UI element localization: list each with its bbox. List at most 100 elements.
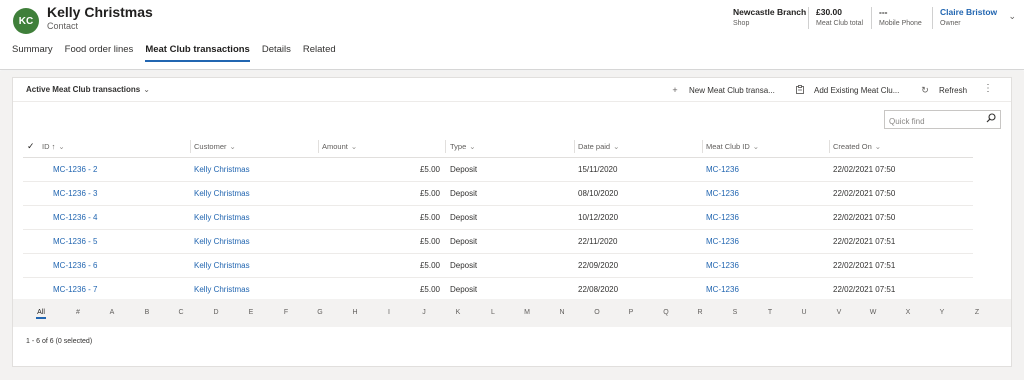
jump-letter[interactable]: # xyxy=(71,309,85,316)
jump-letter[interactable]: D xyxy=(209,309,223,316)
tab-details[interactable]: Details xyxy=(262,44,291,60)
jump-letter[interactable]: K xyxy=(451,309,465,316)
jump-letter[interactable]: A xyxy=(105,309,119,316)
jump-letter[interactable]: C xyxy=(174,309,188,316)
jump-letter[interactable]: B xyxy=(140,309,154,316)
id-link[interactable]: MC-1236 - 4 xyxy=(53,213,97,222)
header-field-owner[interactable]: Claire Bristow Owner xyxy=(940,7,997,27)
date-paid-cell: 15/11/2020 xyxy=(578,165,618,174)
column-resize-handle[interactable] xyxy=(574,140,575,153)
chevron-down-icon: ⌄ xyxy=(752,142,760,151)
table-row[interactable]: MC-1236 - 6 Kelly Christmas £5.00 Deposi… xyxy=(23,254,973,278)
column-header-created-on[interactable]: Created On ⌄ xyxy=(833,142,881,151)
column-resize-handle[interactable] xyxy=(318,140,319,153)
type-cell: Deposit xyxy=(450,285,478,294)
jump-letter[interactable]: Y xyxy=(935,309,949,316)
jump-letter[interactable]: G xyxy=(313,309,327,316)
new-record-button[interactable]: + New Meat Club transa... xyxy=(670,85,774,95)
column-header-type[interactable]: Type ⌄ xyxy=(450,142,476,151)
jump-letter[interactable]: S xyxy=(728,309,742,316)
id-link[interactable]: MC-1236 - 5 xyxy=(53,237,97,246)
tab-summary[interactable]: Summary xyxy=(12,44,53,60)
jump-letter[interactable]: O xyxy=(590,309,604,316)
jump-letter[interactable]: Z xyxy=(970,309,984,316)
jump-letter[interactable]: H xyxy=(348,309,362,316)
header-divider xyxy=(932,7,933,29)
jump-letter[interactable]: X xyxy=(901,309,915,316)
customer-link[interactable]: Kelly Christmas xyxy=(194,261,250,270)
id-link[interactable]: MC-1236 - 6 xyxy=(53,261,97,270)
chevron-down-icon: ⌄ xyxy=(143,85,150,94)
jump-letter[interactable]: J xyxy=(417,309,431,316)
id-link[interactable]: MC-1236 - 7 xyxy=(53,285,97,294)
tab-meat-club-transactions[interactable]: Meat Club transactions xyxy=(145,44,250,62)
amount-cell: £5.00 xyxy=(419,237,440,246)
search-icon[interactable] xyxy=(986,113,996,126)
tab-related[interactable]: Related xyxy=(303,44,336,60)
date-paid-cell: 22/11/2020 xyxy=(578,237,618,246)
column-header-date-paid[interactable]: Date paid ⌄ xyxy=(578,142,619,151)
jump-all[interactable]: All xyxy=(34,309,48,319)
customer-link[interactable]: Kelly Christmas xyxy=(194,285,250,294)
column-header-id[interactable]: ID ↑ ⌄ xyxy=(42,142,65,151)
meat-club-id-link[interactable]: MC-1236 xyxy=(706,189,739,198)
subgrid-card: Active Meat Club transactions ⌄ + New Mea… xyxy=(12,77,1012,367)
add-existing-button[interactable]: Add Existing Meat Clu... xyxy=(795,85,899,96)
customer-link[interactable]: Kelly Christmas xyxy=(194,165,250,174)
id-link[interactable]: MC-1236 - 2 xyxy=(53,165,97,174)
column-resize-handle[interactable] xyxy=(445,140,446,153)
table-row[interactable]: MC-1236 - 3 Kelly Christmas £5.00 Deposi… xyxy=(23,182,973,206)
meat-club-id-link[interactable]: MC-1236 xyxy=(706,285,739,294)
view-selector[interactable]: Active Meat Club transactions ⌄ xyxy=(26,85,150,94)
header-field-label: Meat Club total xyxy=(816,20,864,27)
quick-find-box xyxy=(884,110,1001,130)
refresh-button[interactable]: ↻ Refresh xyxy=(920,85,967,96)
jump-letter[interactable]: N xyxy=(555,309,569,316)
column-header-label: Created On xyxy=(833,142,872,151)
jump-letter[interactable]: I xyxy=(382,309,396,316)
column-header-label: Meat Club ID xyxy=(706,142,750,151)
jump-letter[interactable]: W xyxy=(866,309,880,316)
owner-link[interactable]: Claire Bristow xyxy=(940,7,997,17)
created-on-cell: 22/02/2021 07:51 xyxy=(833,285,896,294)
grid-header: ✓ ID ↑ ⌄ Customer ⌄ Amount ⌄ Type ⌄ Date pai… xyxy=(23,136,973,158)
jump-letter[interactable]: U xyxy=(797,309,811,316)
jump-letter[interactable]: R xyxy=(693,309,707,316)
header-divider xyxy=(808,7,809,29)
chevron-down-icon[interactable]: ⌄ xyxy=(1008,11,1016,22)
jump-letter[interactable]: Q xyxy=(659,309,673,316)
jump-letter[interactable]: T xyxy=(763,309,777,316)
column-header-meat-club-id[interactable]: Meat Club ID ⌄ xyxy=(706,142,759,151)
meat-club-id-link[interactable]: MC-1236 xyxy=(706,165,739,174)
column-resize-handle[interactable] xyxy=(702,140,703,153)
jump-letter[interactable]: M xyxy=(520,309,534,316)
quick-find-input[interactable] xyxy=(889,113,984,130)
column-resize-handle[interactable] xyxy=(829,140,830,153)
jump-letter[interactable]: E xyxy=(244,309,258,316)
column-header-label: Customer xyxy=(194,142,227,151)
jump-letter[interactable]: L xyxy=(486,309,500,316)
table-row[interactable]: MC-1236 - 2 Kelly Christmas £5.00 Deposi… xyxy=(23,158,973,182)
meat-club-id-link[interactable]: MC-1236 xyxy=(706,213,739,222)
customer-link[interactable]: Kelly Christmas xyxy=(194,213,250,222)
customer-link[interactable]: Kelly Christmas xyxy=(194,189,250,198)
column-header-customer[interactable]: Customer ⌄ xyxy=(194,142,236,151)
table-row[interactable]: MC-1236 - 5 Kelly Christmas £5.00 Deposi… xyxy=(23,230,973,254)
header-field-value: £30.00 xyxy=(816,7,842,17)
amount-cell: £5.00 xyxy=(419,213,440,222)
table-row[interactable]: MC-1236 - 4 Kelly Christmas £5.00 Deposi… xyxy=(23,206,973,230)
tab-food-order-lines[interactable]: Food order lines xyxy=(65,44,134,60)
jump-letter[interactable]: F xyxy=(279,309,293,316)
meat-club-id-link[interactable]: MC-1236 xyxy=(706,261,739,270)
meat-club-id-link[interactable]: MC-1236 xyxy=(706,237,739,246)
column-header-amount[interactable]: Amount ⌄ xyxy=(322,142,357,151)
more-commands-icon[interactable]: ⋮ xyxy=(983,83,993,94)
id-link[interactable]: MC-1236 - 3 xyxy=(53,189,97,198)
select-all-checkbox[interactable]: ✓ xyxy=(27,141,35,152)
created-on-cell: 22/02/2021 07:50 xyxy=(833,213,896,222)
jump-letter[interactable]: V xyxy=(832,309,846,316)
customer-link[interactable]: Kelly Christmas xyxy=(194,237,250,246)
jump-letter[interactable]: P xyxy=(624,309,638,316)
column-resize-handle[interactable] xyxy=(190,140,191,153)
type-cell: Deposit xyxy=(450,261,478,270)
